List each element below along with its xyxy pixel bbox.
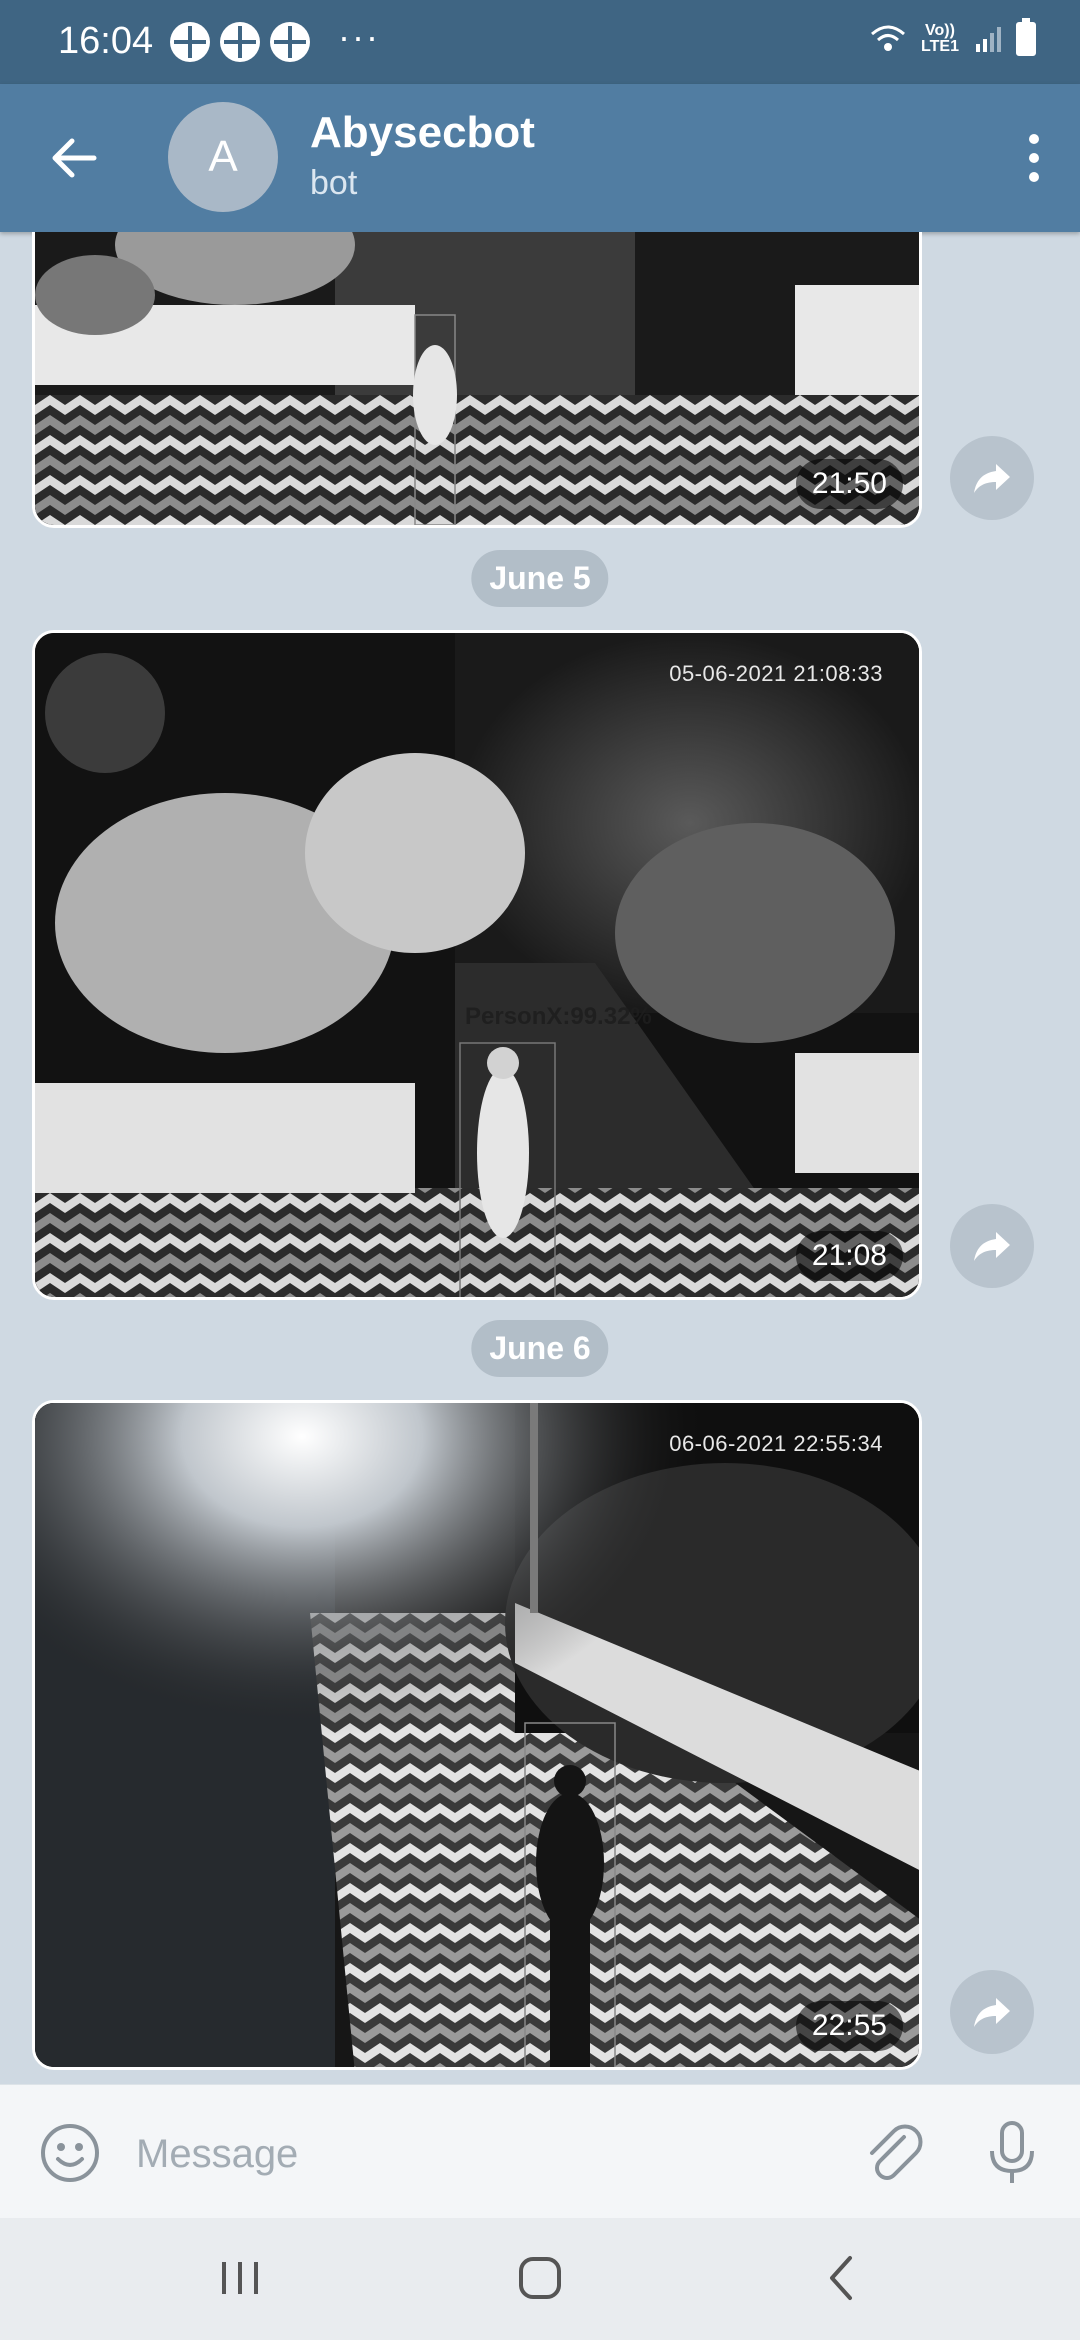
system-icons: Vo)) LTE1 xyxy=(870,18,1036,56)
signal-icon xyxy=(976,27,1001,52)
back-arrow-icon[interactable] xyxy=(44,128,104,188)
camera-timestamp: 06-06-2021 22:55:34 xyxy=(669,1431,883,1456)
status-time: 16:04 xyxy=(58,20,154,62)
chat-header: A Abysecbot bot xyxy=(0,84,1080,232)
recent-apps-icon[interactable] xyxy=(210,2248,270,2308)
detection-label: PersonX:99.32% xyxy=(465,1003,652,1030)
system-navigation-bar xyxy=(0,2218,1080,2340)
forward-button[interactable] xyxy=(950,436,1034,520)
more-options-icon[interactable] xyxy=(1014,128,1054,188)
menu-dot xyxy=(1029,172,1039,182)
cctv-image xyxy=(35,232,919,525)
camera-timestamp: 05-06-2021 21:08:33 xyxy=(669,661,883,686)
microphone-icon[interactable] xyxy=(980,2119,1044,2187)
menu-dot xyxy=(1029,153,1039,163)
app-notification-icon xyxy=(270,22,310,62)
app-notification-icon xyxy=(220,22,260,62)
notification-icons xyxy=(170,22,310,62)
emoji-icon[interactable] xyxy=(38,2121,102,2185)
forward-icon xyxy=(974,464,1010,493)
forward-button[interactable] xyxy=(950,1204,1034,1288)
chat-area: 21:50 June 5 05-06-2021 21:08:33 PersonX… xyxy=(0,232,1080,2084)
attach-icon[interactable] xyxy=(860,2121,924,2185)
message-input[interactable] xyxy=(136,2119,836,2189)
back-icon[interactable] xyxy=(812,2248,872,2308)
chat-subtitle: bot xyxy=(310,164,358,202)
forward-icon xyxy=(974,1998,1010,2027)
battery-icon xyxy=(1016,18,1036,56)
status-bar: 16:04 ··· Vo)) LTE1 xyxy=(0,0,1080,84)
date-separator: June 5 xyxy=(471,550,609,607)
message-time: 21:08 xyxy=(795,1231,903,1281)
cctv-image xyxy=(35,1403,919,2067)
photo-message[interactable]: 05-06-2021 21:08:33 PersonX:99.32% 21:08 xyxy=(32,630,922,1300)
lte-indicator: Vo)) LTE1 xyxy=(921,22,959,55)
photo-message[interactable]: 06-06-2021 22:55:34 22:55 xyxy=(32,1400,922,2070)
avatar[interactable]: A xyxy=(168,102,278,212)
wifi-icon xyxy=(871,25,905,51)
menu-dot xyxy=(1029,134,1039,144)
more-notifications-icon: ··· xyxy=(338,16,380,57)
message-time: 21:50 xyxy=(795,459,903,509)
composer xyxy=(0,2084,1080,2218)
forward-button[interactable] xyxy=(950,1970,1034,2054)
photo-message[interactable]: 21:50 xyxy=(32,232,922,528)
date-separator: June 6 xyxy=(471,1320,609,1377)
chat-title[interactable]: Abysecbot xyxy=(310,108,535,158)
forward-icon xyxy=(974,1232,1010,1261)
cctv-image xyxy=(35,633,919,1297)
app-notification-icon xyxy=(170,22,210,62)
message-time: 22:55 xyxy=(795,2001,903,2051)
home-icon[interactable] xyxy=(510,2248,570,2308)
